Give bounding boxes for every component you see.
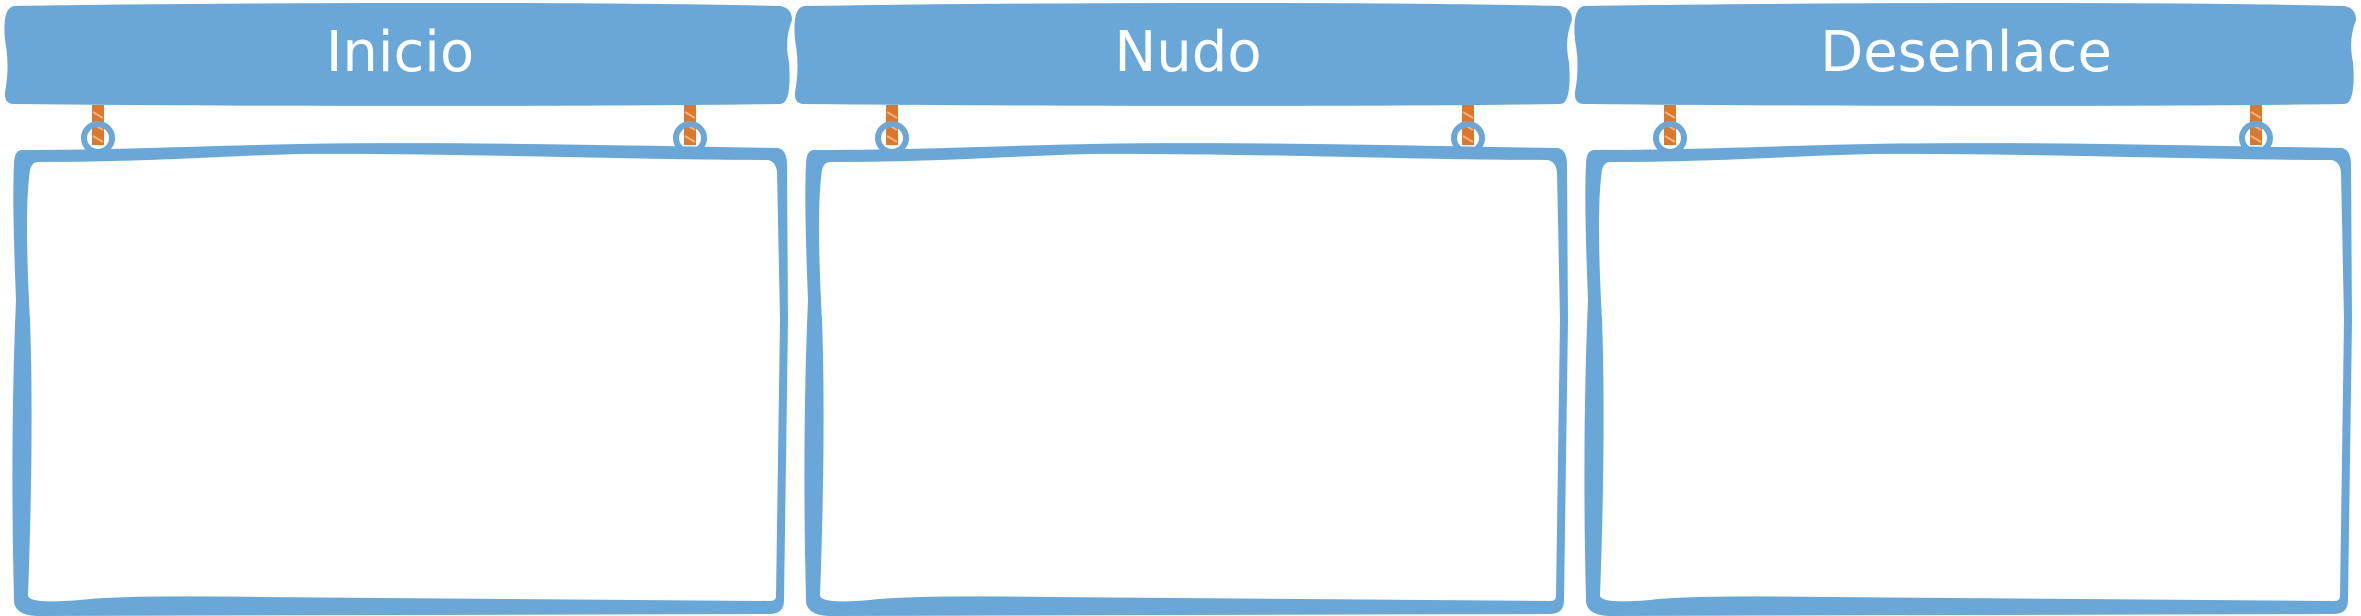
title-nudo: Nudo (1114, 20, 1261, 85)
hanger-left (81, 105, 115, 155)
hanger-right (2239, 105, 2273, 155)
panel-desenlace: Desenlace (1574, 2, 2356, 616)
title-inicio: Inicio (326, 20, 474, 85)
hanger-left (875, 105, 909, 155)
board-inner (1599, 153, 2344, 602)
hanger-right (1451, 105, 1485, 155)
story-structure-diagram: Inicio Nudo Desenlace (4, 2, 2356, 616)
panel-nudo: Nudo (794, 2, 1572, 616)
board-inner (819, 153, 1560, 602)
title-desenlace: Desenlace (1820, 20, 2112, 85)
board-inner (27, 153, 780, 602)
panel-inicio: Inicio (4, 2, 792, 616)
hanger-left (1653, 105, 1687, 155)
hanger-right (673, 105, 707, 155)
